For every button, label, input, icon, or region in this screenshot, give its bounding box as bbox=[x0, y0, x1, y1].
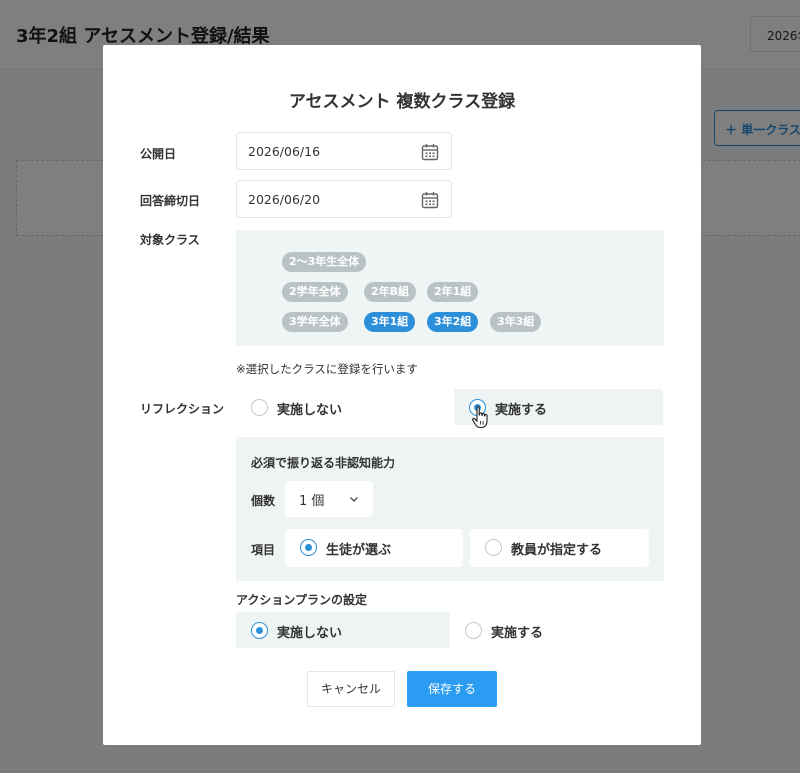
action-plan-option-label: 実施しない bbox=[277, 626, 343, 641]
class-chip[interactable]: 3年3組 bbox=[490, 312, 542, 332]
required-skills-title: 必須で振り返る非認知能力 bbox=[251, 456, 396, 470]
publish-date-input[interactable]: 2026/06/16 bbox=[236, 132, 452, 170]
hand-cursor-icon bbox=[472, 406, 488, 429]
deadline-label: 回答締切日 bbox=[140, 194, 201, 208]
publish-date-value: 2026/06/16 bbox=[248, 144, 321, 159]
class-chip-panel: 2〜3年生全体 2学年全体 2年B組 2年1組 3学年全体 3年1組 3年2組 … bbox=[236, 230, 664, 346]
class-chip[interactable]: 2〜3年生全体 bbox=[282, 252, 367, 272]
target-class-label: 対象クラス bbox=[140, 233, 200, 247]
item-label: 項目 bbox=[251, 543, 276, 557]
radio-icon bbox=[251, 399, 268, 416]
cancel-button[interactable]: キャンセル bbox=[307, 671, 395, 707]
deadline-input[interactable]: 2026/06/20 bbox=[236, 180, 452, 218]
class-chip[interactable]: 2学年全体 bbox=[282, 282, 348, 302]
count-select[interactable]: 1 個 bbox=[285, 481, 373, 517]
required-skills-panel: 必須で振り返る非認知能力 個数 1 個 項目 生徒が選ぶ 教員が指定する bbox=[236, 437, 664, 581]
reflection-option-label: 実施する bbox=[495, 403, 548, 418]
radio-icon bbox=[485, 539, 502, 556]
calendar-icon[interactable] bbox=[421, 143, 439, 161]
reflection-label: リフレクション bbox=[140, 402, 225, 416]
save-button[interactable]: 保存する bbox=[407, 671, 497, 707]
chevron-down-icon bbox=[349, 496, 359, 503]
class-chip[interactable]: 2年1組 bbox=[427, 282, 479, 302]
item-option-label: 生徒が選ぶ bbox=[326, 543, 392, 558]
action-plan-label: アクションプランの設定 bbox=[236, 593, 368, 607]
count-label: 個数 bbox=[251, 494, 276, 508]
class-chip[interactable]: 2年B組 bbox=[364, 282, 417, 302]
count-value: 1 個 bbox=[299, 494, 325, 509]
deadline-value: 2026/06/20 bbox=[248, 192, 321, 207]
radio-icon bbox=[465, 622, 482, 639]
reflection-option-label: 実施しない bbox=[277, 403, 343, 418]
action-plan-option-no[interactable]: 実施しない bbox=[236, 612, 450, 648]
multi-class-registration-modal: アセスメント 複数クラス登録 公開日 2026/06/16 回答締切日 2026… bbox=[103, 45, 701, 745]
action-plan-option-yes[interactable]: 実施する bbox=[450, 612, 660, 648]
radio-checked-icon bbox=[251, 622, 268, 639]
class-note: ※選択したクラスに登録を行います bbox=[236, 362, 418, 376]
class-chip[interactable]: 3学年全体 bbox=[282, 312, 348, 332]
item-option-teacher-specify[interactable]: 教員が指定する bbox=[470, 529, 649, 567]
publish-date-label: 公開日 bbox=[140, 147, 177, 161]
calendar-icon[interactable] bbox=[421, 191, 439, 209]
item-option-student-choice[interactable]: 生徒が選ぶ bbox=[285, 529, 463, 567]
action-plan-option-label: 実施する bbox=[491, 626, 544, 641]
radio-checked-icon bbox=[300, 539, 317, 556]
class-chip-selected[interactable]: 3年2組 bbox=[427, 312, 479, 332]
reflection-option-no[interactable]: 実施しない bbox=[236, 389, 441, 425]
modal-title: アセスメント 複数クラス登録 bbox=[288, 92, 516, 112]
class-chip-selected[interactable]: 3年1組 bbox=[364, 312, 416, 332]
item-option-label: 教員が指定する bbox=[511, 543, 603, 558]
